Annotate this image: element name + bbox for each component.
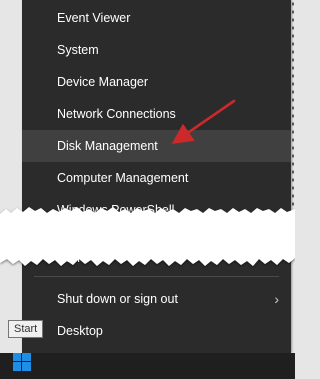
menu-item-label: Shut down or sign out: [57, 292, 178, 306]
menu-item-label: System: [57, 43, 99, 57]
menu-item-disk-management[interactable]: Disk Management: [22, 130, 291, 162]
menu-item-run-partial[interactable]: Run: [57, 251, 80, 265]
menu-item-computer-management[interactable]: Computer Management: [22, 162, 291, 194]
taskbar: [0, 353, 295, 379]
menu-item-event-viewer[interactable]: Event Viewer: [22, 2, 291, 34]
torn-paper-edge: [0, 207, 295, 266]
menu-separator: [34, 276, 279, 277]
windows-logo-icon: [13, 352, 31, 371]
menu-item-label: Run: [57, 251, 80, 265]
tooltip-label: Start: [14, 323, 38, 335]
menu-item-label: Network Connections: [57, 107, 176, 121]
start-button[interactable]: [2, 344, 42, 379]
menu-item-label: Disk Management: [57, 139, 158, 153]
start-tooltip: Start: [8, 320, 44, 338]
menu-item-desktop[interactable]: Desktop: [22, 315, 291, 347]
power-user-menu: Event Viewer System Device Manager Netwo…: [22, 0, 291, 353]
menu-item-label: Computer Management: [57, 171, 189, 185]
chevron-right-icon: ›: [274, 291, 279, 307]
menu-item-label: Desktop: [57, 324, 103, 338]
menu-item-system[interactable]: System: [22, 34, 291, 66]
menu-item-label: Device Manager: [57, 75, 149, 89]
menu-item-network-connections[interactable]: Network Connections: [22, 98, 291, 130]
menu-item-shut-down[interactable]: Shut down or sign out ›: [22, 283, 291, 315]
menu-item-device-manager[interactable]: Device Manager: [22, 66, 291, 98]
menu-item-label: Event Viewer: [57, 11, 131, 25]
